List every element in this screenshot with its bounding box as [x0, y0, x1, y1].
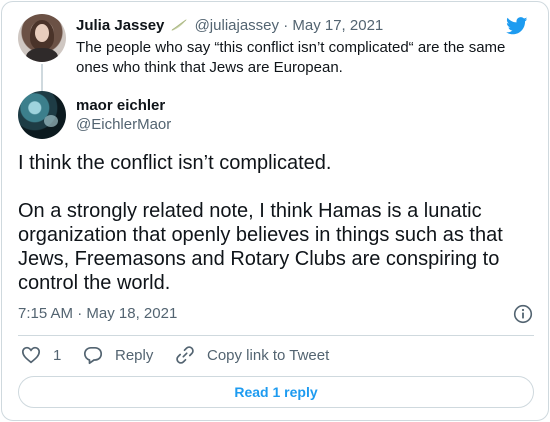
divider — [18, 335, 534, 336]
author-name[interactable]: maor eichler — [76, 97, 165, 115]
thread-connector-line — [41, 64, 43, 92]
tweet-date[interactable]: May 18, 2021 — [86, 305, 177, 322]
heart-icon — [21, 346, 41, 364]
like-button[interactable]: 1 — [21, 344, 61, 366]
tweet-card: Julia Jassey @juliajassey · May 17, 2021… — [1, 1, 549, 421]
tweet-timestamp[interactable]: 7:15 AM · May 18, 2021 — [18, 305, 177, 323]
tweet-text: I think the conflict isn’t complicated. … — [18, 151, 518, 295]
like-count: 1 — [53, 346, 62, 364]
author-avatar[interactable] — [18, 91, 66, 139]
separator-dot: · — [283, 17, 289, 34]
tweet-paragraph-2: On a strongly related note, I think Hama… — [18, 200, 503, 294]
reply-label: Reply — [115, 346, 154, 364]
parent-tweet-header: Julia Jassey @juliajassey · May 17, 2021 — [76, 16, 383, 36]
parent-avatar[interactable] — [18, 14, 66, 62]
info-icon[interactable] — [513, 304, 533, 324]
separator-dot: · — [77, 305, 83, 322]
reply-button[interactable]: Reply — [83, 344, 153, 366]
copy-link-label: Copy link to Tweet — [207, 346, 330, 364]
read-replies-button[interactable]: Read 1 reply — [18, 376, 534, 408]
parent-date[interactable]: May 17, 2021 — [292, 17, 383, 34]
parent-author-name[interactable]: Julia Jassey — [76, 17, 164, 34]
parent-tweet-text: The people who say “this conflict isn’t … — [76, 39, 506, 76]
link-icon — [176, 346, 194, 364]
author-handle[interactable]: @EichlerMaor — [76, 116, 171, 134]
copy-link-button[interactable]: Copy link to Tweet — [175, 344, 329, 366]
leaf-icon — [170, 18, 188, 32]
reply-icon — [83, 346, 103, 365]
tweet-author[interactable]: maor eichler @EichlerMaor — [18, 91, 518, 143]
twitter-bird-icon[interactable] — [506, 17, 528, 35]
parent-author-handle[interactable]: @juliajassey — [195, 17, 279, 34]
tweet-time[interactable]: 7:15 AM — [18, 305, 73, 322]
tweet-paragraph-1: I think the conflict isn’t complicated. — [18, 152, 332, 174]
